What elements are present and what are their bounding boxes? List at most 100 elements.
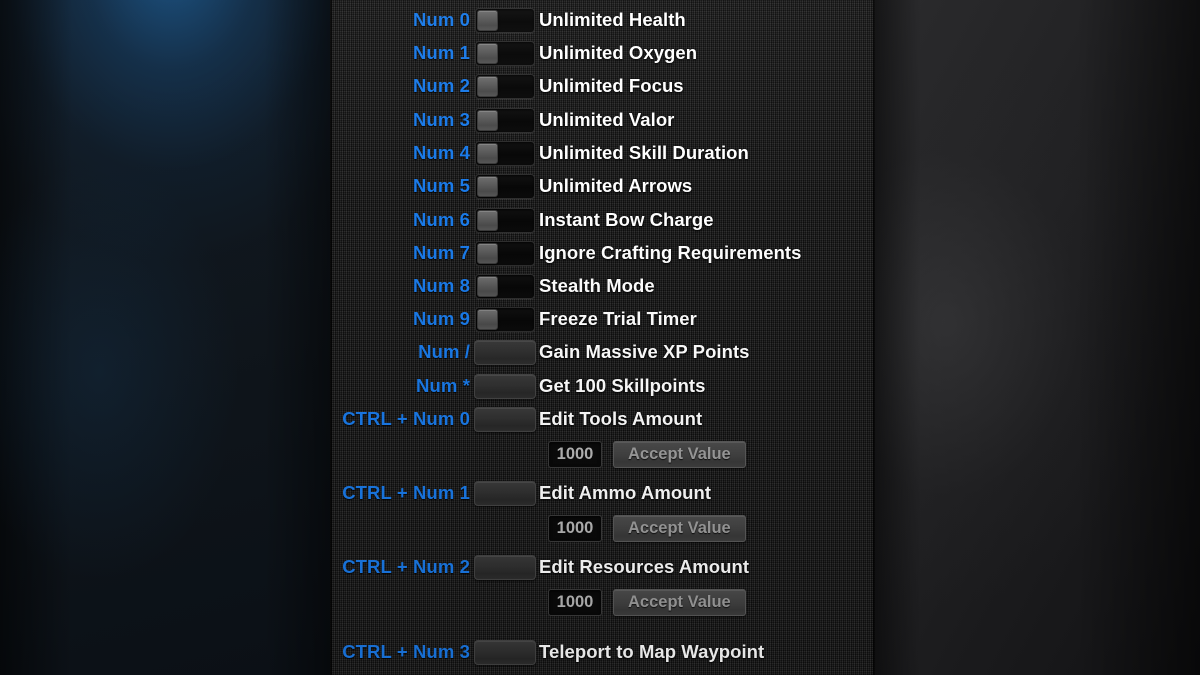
toggle-knob [476,42,498,64]
cheat-row: Num 8 Stealth Mode [330,271,875,301]
cheat-row: Num 4 Unlimited Skill Duration [330,138,875,168]
toggle-switch[interactable] [474,73,535,99]
cheat-control-cell [470,140,539,166]
toggle-knob [476,175,498,197]
trainer-options-panel: Num 0 Unlimited Health Num 1 Unlimited Oxyg… [330,0,875,675]
cheat-control-cell [470,107,539,133]
toggle-switch[interactable] [474,273,535,299]
toggle-switch[interactable] [474,207,535,233]
cheat-label: Teleport to Map Waypoint [539,641,765,662]
hotkey-label: CTRL + Num 3 [342,641,470,662]
toggle-switch[interactable] [474,306,535,332]
value-input[interactable]: 1000 [548,440,602,468]
cheat-control-cell [470,373,539,399]
cheat-control-cell [470,40,539,66]
accept-value-button[interactable]: Accept Value [613,514,746,542]
hotkey-label: Num 5 [412,175,470,196]
action-button[interactable] [473,406,536,432]
cheat-control-cell [470,339,539,365]
cheat-label: Unlimited Focus [539,75,684,96]
cheat-row: Num * Get 100 Skillpoints [330,371,875,401]
cheat-label: Edit Resources Amount [539,556,750,577]
cheat-control-cell [470,306,539,332]
accept-value-button[interactable]: Accept Value [613,440,746,468]
cheat-label: Stealth Mode [539,275,655,296]
cheat-row: Num 6 Instant Bow Charge [330,205,875,235]
screen: Num 0 Unlimited Health Num 1 Unlimited Oxyg… [0,0,1200,675]
hotkey-label: Num / [418,341,470,362]
action-button[interactable] [473,554,536,580]
toggle-knob [476,142,498,164]
cheat-control-cell [470,240,539,266]
hotkey-label: Num * [416,375,470,396]
hotkey-label: Num 8 [412,275,470,296]
toggle-knob [476,75,498,97]
hotkey-label: Num 2 [412,75,470,96]
hotkey-label: CTRL + Num 0 [342,408,470,429]
accept-value-button[interactable]: Accept Value [613,588,746,616]
toggle-knob [476,109,498,131]
hotkey-label: Num 4 [412,142,470,163]
toggle-switch[interactable] [474,107,535,133]
toggle-switch[interactable] [474,140,535,166]
toggle-switch[interactable] [474,7,535,33]
hotkey-label: Num 9 [412,308,470,329]
action-button[interactable] [473,373,536,399]
cheat-row: Num 3 Unlimited Valor [330,105,875,135]
cheat-label: Edit Ammo Amount [539,482,712,503]
cheat-label: Unlimited Skill Duration [539,142,749,163]
toggle-switch[interactable] [474,240,535,266]
cheat-control-cell [470,406,539,432]
value-editor-row: 1000 Accept Value [548,514,746,542]
hotkey-label: Num 3 [412,109,470,130]
cheat-control-cell [470,273,539,299]
cheat-label: Unlimited Oxygen [539,42,698,63]
action-button[interactable] [473,339,536,365]
toggle-switch[interactable] [474,173,535,199]
hotkey-label: CTRL + Num 1 [342,482,470,503]
cheat-row: Num 0 Unlimited Health [330,5,875,35]
cheat-label: Unlimited Valor [539,109,675,130]
hotkey-label: Num 6 [412,209,470,230]
cheat-label: Gain Massive XP Points [539,341,750,362]
cheat-row: CTRL + Num 3 Teleport to Map Waypoint [330,637,875,667]
cheat-row: CTRL + Num 2 Edit Resources Amount [330,552,875,582]
toggle-knob [476,209,498,231]
cheat-row: CTRL + Num 1 Edit Ammo Amount [330,478,875,508]
action-button[interactable] [473,480,536,506]
toggle-knob [476,308,498,330]
cheat-row: Num 7 Ignore Crafting Requirements [330,238,875,268]
cheat-label: Unlimited Health [539,9,686,30]
cheat-control-cell [470,173,539,199]
value-input[interactable]: 1000 [548,514,602,542]
background-right [875,0,1200,675]
cheat-row: Num 2 Unlimited Focus [330,71,875,101]
cheat-label: Freeze Trial Timer [539,308,697,329]
cheat-label: Get 100 Skillpoints [539,375,706,396]
cheat-control-cell [470,73,539,99]
hotkey-label: Num 1 [412,42,470,63]
hotkey-label: CTRL + Num 2 [342,556,470,577]
toggle-knob [476,9,498,31]
cheat-row: Num 1 Unlimited Oxygen [330,38,875,68]
background-left-glow [0,0,330,675]
hotkey-label: Num 7 [412,242,470,263]
value-editor-row: 1000 Accept Value [548,440,746,468]
toggle-switch[interactable] [474,40,535,66]
cheat-control-cell [470,639,539,665]
hotkey-label: Num 0 [412,9,470,30]
cheat-label: Edit Tools Amount [539,408,703,429]
toggle-knob [476,275,498,297]
cheat-row: Num / Gain Massive XP Points [330,337,875,367]
cheat-label: Ignore Crafting Requirements [539,242,802,263]
toggle-knob [476,242,498,264]
value-editor-row: 1000 Accept Value [548,588,746,616]
cheat-row: Num 9 Freeze Trial Timer [330,304,875,334]
cheat-label: Unlimited Arrows [539,175,693,196]
action-button[interactable] [473,639,536,665]
value-input[interactable]: 1000 [548,588,602,616]
cheat-control-cell [470,554,539,580]
cheat-row: Num 5 Unlimited Arrows [330,171,875,201]
cheat-control-cell [470,7,539,33]
cheat-control-cell [470,480,539,506]
